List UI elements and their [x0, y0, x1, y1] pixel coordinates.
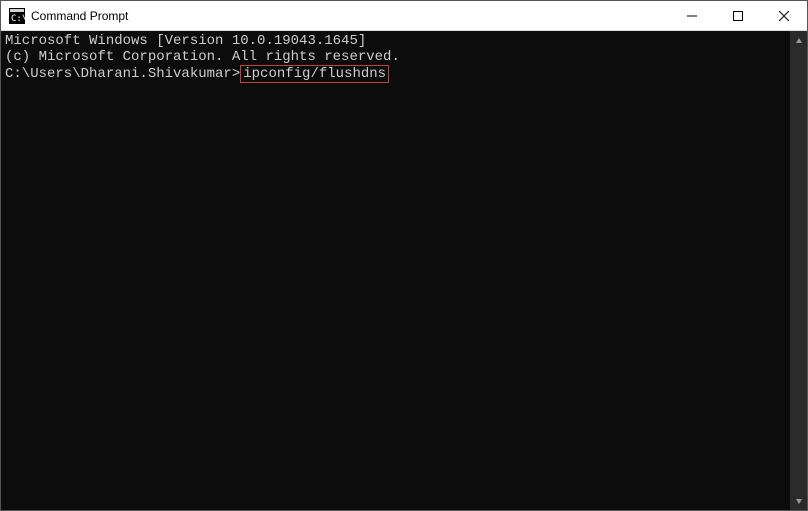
cmd-icon: C:\: [9, 8, 25, 24]
window-title: Command Prompt: [31, 9, 669, 23]
version-line: Microsoft Windows [Version 10.0.19043.16…: [5, 33, 786, 49]
prompt-line: C:\Users\Dharani.Shivakumar>ipconfig/flu…: [5, 65, 786, 83]
command-prompt-window: C:\ Command Prompt Microsoft Windows [Ve…: [0, 0, 808, 511]
window-controls: [669, 1, 807, 30]
terminal-output[interactable]: Microsoft Windows [Version 10.0.19043.16…: [1, 31, 790, 510]
close-button[interactable]: [761, 1, 807, 30]
command-highlight: ipconfig/flushdns: [240, 65, 389, 83]
prompt-path: C:\Users\Dharani.Shivakumar>: [5, 66, 240, 82]
svg-text:C:\: C:\: [11, 14, 25, 24]
copyright-line: (c) Microsoft Corporation. All rights re…: [5, 49, 786, 65]
command-text: ipconfig/flushdns: [243, 66, 386, 82]
maximize-button[interactable]: [715, 1, 761, 30]
vertical-scrollbar[interactable]: [790, 31, 807, 510]
minimize-button[interactable]: [669, 1, 715, 30]
terminal-area: Microsoft Windows [Version 10.0.19043.16…: [1, 31, 807, 510]
scroll-up-arrow[interactable]: [791, 33, 806, 48]
scroll-down-arrow[interactable]: [791, 493, 806, 508]
titlebar[interactable]: C:\ Command Prompt: [1, 1, 807, 31]
scroll-track[interactable]: [790, 48, 807, 493]
